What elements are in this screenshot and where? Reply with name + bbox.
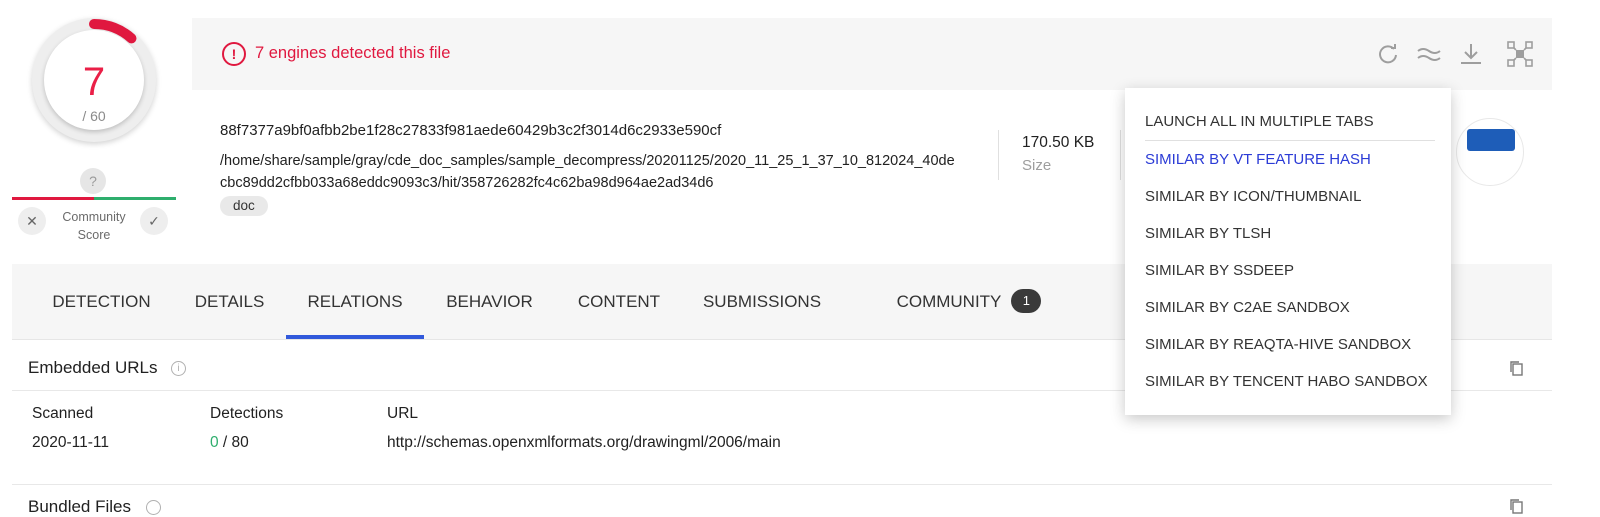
question-icon: ? (80, 168, 106, 194)
gauge-center: 7 / 60 (44, 30, 144, 130)
menu-item-similar-vt-feature-hash[interactable]: SIMILAR BY VT FEATURE HASH (1145, 151, 1371, 168)
menu-separator (1145, 140, 1435, 141)
vote-up-button[interactable]: ✓ (140, 207, 168, 235)
word-document-icon (1456, 118, 1524, 186)
active-tab-indicator (286, 335, 424, 339)
tab-content[interactable]: CONTENT (564, 264, 674, 340)
similar-files-dropdown: LAUNCH ALL IN MULTIPLE TABS SIMILAR BY V… (1125, 88, 1451, 415)
tab-behavior[interactable]: BEHAVIOR (432, 264, 547, 340)
divider (1120, 130, 1121, 180)
section-divider (12, 484, 1552, 485)
menu-item-similar-tencent-habo-sandbox[interactable]: SIMILAR BY TENCENT HABO SANDBOX (1145, 373, 1428, 390)
info-icon[interactable] (146, 500, 161, 515)
community-count-badge: 1 (1011, 288, 1042, 313)
row-detections: 0 / 80 (210, 434, 249, 452)
community-label-line2: Score (77, 228, 111, 242)
row-scanned-date: 2020-11-11 (32, 434, 109, 451)
file-type-tag[interactable]: doc (220, 196, 268, 216)
menu-item-launch-all[interactable]: LAUNCH ALL IN MULTIPLE TABS (1145, 113, 1374, 130)
file-hash: 88f7377a9bf0afbb2be1f28c27833f981aede604… (220, 122, 722, 139)
alert-circle-icon: ! (222, 42, 246, 66)
tab-detection[interactable]: DETECTION (44, 264, 159, 340)
file-size-value: 170.50 KB (1022, 134, 1095, 151)
detections-total: / 80 (218, 434, 249, 451)
community-score: ? ✕ Community Score ✓ (12, 166, 176, 246)
menu-item-similar-reaqta-hive-sandbox[interactable]: SIMILAR BY REAQTA-HIVE SANDBOX (1145, 336, 1411, 353)
tab-details[interactable]: DETAILS (182, 264, 277, 340)
download-icon[interactable] (1457, 40, 1485, 68)
menu-item-similar-tlsh[interactable]: SIMILAR BY TLSH (1145, 225, 1271, 242)
community-score-label: Community Score (52, 208, 136, 244)
similar-files-icon[interactable] (1415, 40, 1443, 68)
community-label-line1: Community (62, 210, 126, 224)
column-header-detections[interactable]: Detections (210, 405, 283, 423)
vote-down-button[interactable]: ✕ (18, 207, 46, 235)
tab-community-label: COMMUNITY (896, 292, 1002, 311)
detection-score-gauge: 7 / 60 (32, 18, 156, 142)
file-size-label: Size (1022, 157, 1052, 174)
graph-icon[interactable] (1506, 40, 1534, 68)
tab-submissions[interactable]: SUBMISSIONS (692, 264, 832, 340)
detection-alert-text: 7 engines detected this file (255, 44, 451, 62)
info-icon[interactable]: i (171, 361, 186, 376)
bundled-files-title: Bundled Files (28, 497, 132, 516)
community-bar-positive (94, 197, 176, 200)
detections-positive: 0 (210, 434, 219, 451)
column-header-scanned[interactable]: Scanned (32, 405, 93, 423)
file-path: /home/share/sample/gray/cde_doc_samples/… (220, 153, 955, 191)
column-header-url[interactable]: URL (387, 405, 418, 423)
copy-icon[interactable] (1508, 360, 1524, 376)
community-bar-negative (12, 197, 94, 200)
engine-total: / 60 (82, 108, 106, 124)
menu-item-similar-ssdeep[interactable]: SIMILAR BY SSDEEP (1145, 262, 1294, 279)
menu-item-similar-c2ae-sandbox[interactable]: SIMILAR BY C2AE SANDBOX (1145, 299, 1350, 316)
detection-alert-strip: ! 7 engines detected this file (192, 18, 1552, 90)
menu-item-similar-icon-thumbnail[interactable]: SIMILAR BY ICON/THUMBNAIL (1145, 188, 1361, 205)
tab-community[interactable]: COMMUNITY 1 (884, 264, 1054, 340)
row-url-link[interactable]: http://schemas.openxmlformats.org/drawin… (387, 434, 781, 452)
embedded-urls-title: Embedded URLs (28, 358, 158, 377)
divider (998, 130, 999, 180)
copy-icon[interactable] (1508, 498, 1524, 517)
tab-relations[interactable]: RELATIONS (286, 264, 424, 340)
detection-count: 7 (82, 60, 106, 104)
reanalyze-icon[interactable] (1374, 40, 1402, 68)
